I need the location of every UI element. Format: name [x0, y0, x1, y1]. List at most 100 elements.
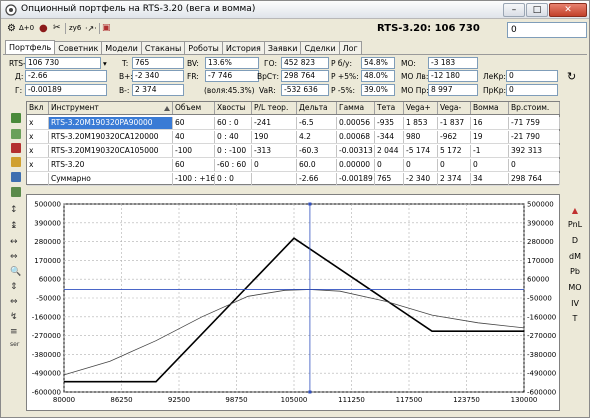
tab-history[interactable]: История	[221, 41, 265, 55]
col-gamma[interactable]: Гамма	[337, 102, 375, 114]
table-row[interactable]: x RTS-3.20 60 -60 : 60 0 60.0 0.00000 0 0 0 0 0	[27, 158, 560, 172]
tab-robots[interactable]: Роботы	[184, 41, 223, 55]
tab-orders[interactable]: Заявки	[263, 41, 302, 55]
scale-vertical-icon[interactable]: ↨	[10, 221, 18, 231]
settings-button[interactable]: ⚙	[7, 22, 16, 35]
pnl-button[interactable]: PnL	[566, 220, 584, 229]
theta-chart-button[interactable]: T	[566, 314, 584, 323]
right-wing-field: 0	[506, 84, 558, 96]
minimize-button[interactable]: –	[503, 3, 525, 17]
export-button[interactable]: ▣	[102, 22, 111, 35]
p-breakeven-label: P б/у:	[331, 59, 353, 68]
scale-horizontal-icon[interactable]: ⇔	[10, 252, 18, 262]
fit-horizontal-icon[interactable]: ⇔	[10, 297, 18, 307]
remove-instrument-icon[interactable]	[11, 143, 21, 153]
col-tails[interactable]: Хвосты	[215, 102, 252, 114]
pb-button[interactable]: Pb	[566, 267, 584, 276]
fr-label: FR:	[187, 72, 199, 81]
delta-chart-button[interactable]: D	[566, 236, 584, 245]
table-cell: 1 853	[404, 117, 438, 129]
ticker-input[interactable]: 0	[507, 22, 587, 38]
table-cell[interactable]: x	[27, 145, 49, 157]
vega-minus-field: 2 374	[132, 84, 184, 96]
y-tick-label-left: -490000	[32, 370, 61, 378]
tab-log[interactable]: Лог	[338, 41, 362, 55]
x-tick-label: 105000	[281, 396, 308, 404]
zy6-button[interactable]: zy6	[69, 22, 81, 35]
table-cell: -1	[471, 145, 509, 157]
tab-portfolio[interactable]: Портфель	[5, 40, 56, 55]
table-row[interactable]: x RTS-3.20M190320CA120000 40 0 : 40 190 4.2 0.…	[27, 130, 560, 144]
mo-field: -3 183	[428, 57, 478, 69]
tab-orderbooks[interactable]: Стаканы	[140, 41, 186, 55]
table-cell: 60	[173, 159, 215, 171]
grid-icon[interactable]	[11, 157, 21, 167]
theta-label: T:	[122, 59, 129, 68]
close-button[interactable]: ✕	[549, 3, 587, 17]
col-vega-plus[interactable]: Vega+	[404, 102, 438, 114]
table-cell: 2 044	[375, 145, 404, 157]
dm-button[interactable]: dM	[566, 252, 584, 261]
y-tick-label-right: -380000	[527, 351, 556, 359]
col-pl[interactable]: P/L теор.	[252, 102, 297, 114]
delta-button[interactable]: Δ+0	[19, 22, 34, 35]
table-cell: 2 374	[438, 173, 471, 185]
zoom-icon[interactable]: 🔍	[10, 267, 21, 277]
table-cell[interactable]: x	[27, 117, 49, 129]
tab-models[interactable]: Модели	[101, 41, 142, 55]
arrows-icon: ·↗·	[85, 24, 97, 33]
col-instrument[interactable]: Инструмент	[49, 102, 173, 114]
menu-icon[interactable]: ≡	[10, 327, 18, 337]
col-vomma[interactable]: Вомма	[471, 102, 509, 114]
time-value-field: 298 764	[281, 70, 329, 82]
chart-settings-icon[interactable]: ▲	[566, 206, 584, 215]
pair-button[interactable]: ·↗·	[85, 22, 97, 35]
var-field: -532 636	[281, 84, 329, 96]
toolbar-separator	[65, 23, 66, 34]
save-icon[interactable]	[11, 172, 21, 182]
bv-label: BV:	[187, 59, 199, 68]
tab-advisor[interactable]: Советник	[54, 41, 103, 55]
vega-plus-field: -2 340	[132, 70, 184, 82]
col-enabled[interactable]: Вкл	[27, 102, 49, 114]
add-instrument-icon[interactable]	[11, 113, 21, 123]
table-cell: 60.0	[297, 159, 337, 171]
y-tick-label-right: 60000	[527, 276, 549, 284]
reset-icon[interactable]: ↯	[10, 312, 18, 322]
maximize-button[interactable]: □	[526, 3, 548, 17]
move-vertical-icon[interactable]: ↕	[10, 205, 18, 215]
chevron-down-icon[interactable]: ▾	[103, 58, 107, 69]
vega-minus-label: B-:	[119, 86, 130, 95]
table-cell: 40	[173, 131, 215, 143]
col-vega-minus[interactable]: Vega-	[438, 102, 471, 114]
move-horizontal-icon[interactable]: ↔	[10, 237, 18, 247]
instrument-select[interactable]: 106 730	[25, 57, 101, 69]
col-volume[interactable]: Объем	[173, 102, 215, 114]
payoff-chart[interactable]: 500000 500000 390000 390000 280000 280000 1700…	[27, 195, 559, 410]
table-row[interactable]: x RTS-3.20M190320CA105000 -100 0 : -100 -313…	[27, 144, 560, 158]
series-button[interactable]: ser	[10, 341, 19, 348]
table-cell: RTS-3.20M190320CA120000	[49, 131, 173, 143]
table-cell[interactable]: x	[27, 131, 49, 143]
chart-area[interactable]: 500000 500000 390000 390000 280000 280000 1700…	[26, 194, 560, 411]
export-icon: ▣	[102, 23, 111, 33]
table-cell: -0.00313	[337, 145, 375, 157]
left-wing-field: 0	[506, 70, 558, 82]
table-cell[interactable]: x	[27, 159, 49, 171]
table-row[interactable]: x RTS-3.20M190320PA90000 60 60 : 0 -241 -6.5 0…	[27, 116, 560, 130]
scissors-button[interactable]: ✂	[53, 22, 61, 35]
col-time-value[interactable]: Вр.стоим.	[509, 102, 560, 114]
col-theta[interactable]: Тета	[375, 102, 404, 114]
fit-vertical-icon[interactable]: ⇕	[10, 282, 18, 292]
robot-button[interactable]: ●	[39, 22, 48, 35]
iv-button[interactable]: IV	[566, 299, 584, 308]
tab-trades[interactable]: Сделки	[300, 41, 340, 55]
col-delta[interactable]: Дельта	[297, 102, 337, 114]
add-option-icon[interactable]	[11, 129, 21, 139]
mo-button[interactable]: MO	[566, 283, 584, 292]
export-sheet-icon[interactable]	[11, 187, 21, 197]
scissors-icon: ✂	[53, 23, 61, 33]
table-row[interactable]: Суммарно-100 : +1600 : 0 -2.66-0.00189765…	[27, 172, 560, 186]
refresh-icon[interactable]: ↻	[567, 70, 576, 83]
table-cell[interactable]	[27, 173, 49, 185]
